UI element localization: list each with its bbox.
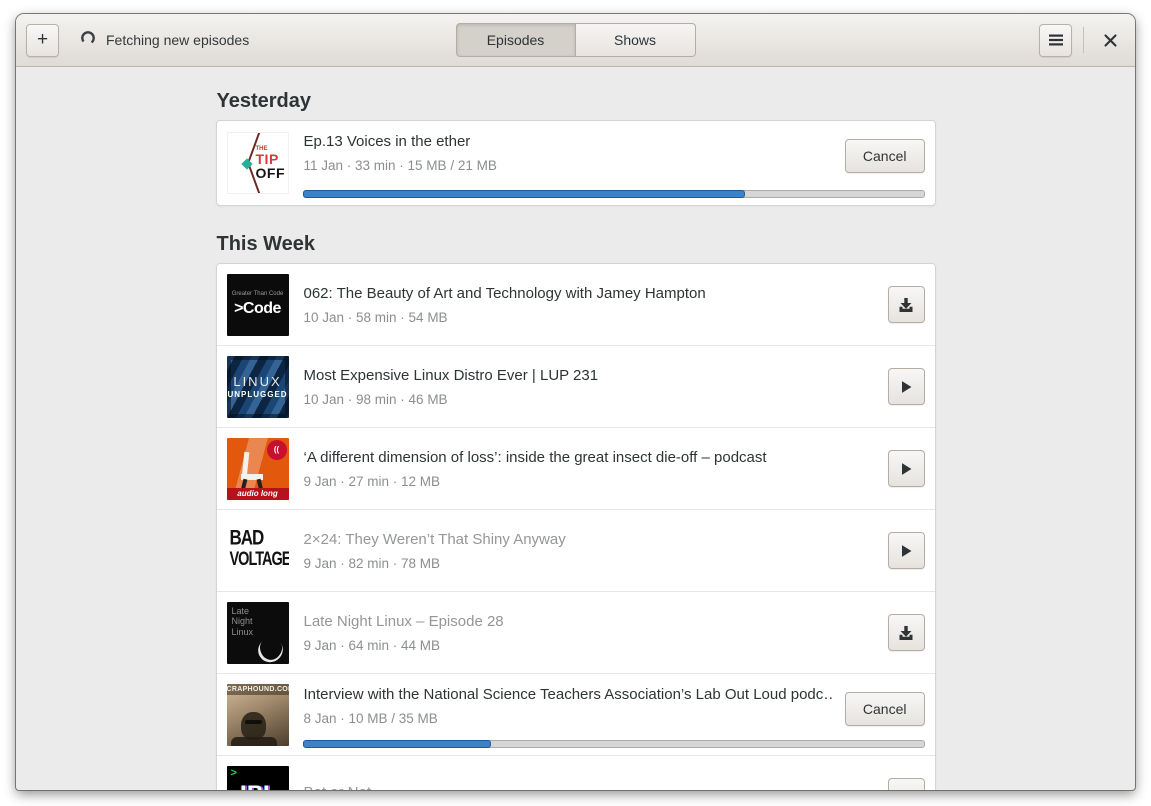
episode-row[interactable]: THE TIP OFF Ep.13 Voices in the ether 11 Jan… bbox=[217, 121, 935, 205]
download-button[interactable] bbox=[887, 778, 925, 790]
podcast-cover: >IRL bbox=[226, 765, 289, 790]
menu-button[interactable] bbox=[1039, 23, 1072, 57]
episode-title: Interview with the National Science Teac… bbox=[303, 686, 833, 703]
episode-meta: 9 Jan · 82 min · 78 MB bbox=[303, 555, 441, 571]
episode-meta: 10 Jan · 58 min · 54 MB bbox=[303, 309, 448, 325]
episode-list: Yesterday THE TIP OFF Ep.13 Voices in the et… bbox=[215, 67, 936, 790]
episode-action bbox=[887, 614, 925, 651]
podcast-cover: ((audio long reads bbox=[226, 437, 289, 500]
episode-info: ‘A different dimension of loss’: inside … bbox=[304, 449, 876, 489]
podcast-cover: LINUX UNPLUGGED bbox=[226, 355, 289, 418]
download-icon bbox=[899, 297, 913, 312]
episode-info: Most Expensive Linux Distro Ever | LUP 2… bbox=[304, 367, 876, 407]
episode-row[interactable]: >IRL Bot or Not bbox=[216, 755, 935, 790]
play-button[interactable] bbox=[887, 532, 925, 569]
add-podcast-button[interactable]: + bbox=[26, 23, 59, 57]
play-icon bbox=[902, 380, 912, 393]
episode-action: Cancel bbox=[844, 692, 925, 726]
episode-title: Bot or Not bbox=[304, 784, 876, 790]
episode-info: Interview with the National Science Teac… bbox=[304, 686, 833, 726]
episode-row[interactable]: BAD VOLTAGE 2×24: They Weren’t That Shiny … bbox=[216, 509, 935, 591]
tab-shows[interactable]: Shows bbox=[575, 23, 696, 57]
episode-card: THE TIP OFF Ep.13 Voices in the ether 11 Jan… bbox=[215, 120, 936, 206]
download-button[interactable] bbox=[887, 286, 925, 323]
episode-info: Ep.13 Voices in the ether 11 Jan · 33 min… bbox=[304, 133, 833, 173]
section: This Week Greater Than Code >Code 062: The … bbox=[215, 233, 936, 790]
episode-title: Ep.13 Voices in the ether bbox=[303, 133, 471, 150]
episode-title: ‘A different dimension of loss’: inside … bbox=[303, 448, 767, 466]
view-switcher: Episodes Shows bbox=[455, 23, 696, 57]
download-progressbar bbox=[302, 190, 925, 198]
play-icon bbox=[902, 462, 912, 475]
play-button[interactable] bbox=[887, 368, 925, 405]
episode-meta: 10 Jan · 98 min · 46 MB bbox=[303, 391, 448, 407]
cancel-button[interactable]: Cancel bbox=[844, 692, 925, 726]
content-area: Yesterday THE TIP OFF Ep.13 Voices in the et… bbox=[16, 67, 1135, 790]
episode-action bbox=[887, 532, 925, 569]
episode-info: Bot or Not bbox=[304, 784, 876, 790]
close-button[interactable] bbox=[1095, 25, 1125, 55]
podcast-cover: BAD VOLTAGE bbox=[226, 519, 289, 582]
episode-row[interactable]: Greater Than Code >Code 062: The Beauty of… bbox=[217, 264, 935, 345]
podcast-cover: Late Night Linux bbox=[226, 601, 289, 664]
episode-row[interactable]: Late Night Linux Late Night Linux – Episode… bbox=[216, 591, 935, 673]
episode-info: 062: The Beauty of Art and Technology wi… bbox=[304, 285, 876, 325]
section-title: This Week bbox=[216, 233, 316, 255]
plus-icon: + bbox=[36, 28, 49, 50]
download-icon bbox=[904, 789, 908, 790]
hamburger-icon bbox=[1048, 34, 1063, 46]
episode-action bbox=[887, 450, 925, 487]
podcast-cover: Greater Than Code >Code bbox=[226, 273, 289, 336]
play-button[interactable] bbox=[887, 450, 925, 487]
loading-spinner-icon bbox=[80, 30, 96, 51]
episode-title: Most Expensive Linux Distro Ever | LUP 2… bbox=[303, 366, 599, 384]
download-progress-fill bbox=[302, 740, 491, 748]
episode-row[interactable]: LINUX UNPLUGGED Most Expensive Linux Distr… bbox=[216, 345, 935, 427]
titlebar-separator bbox=[1083, 27, 1084, 53]
episode-action bbox=[887, 368, 925, 405]
episode-row[interactable]: CRAPHOUND.COM Interview with the National… bbox=[216, 673, 935, 755]
download-button[interactable] bbox=[887, 614, 925, 651]
app-window: + Fetching new episodes Episodes Shows Y… bbox=[16, 14, 1135, 790]
podcast-cover: THE TIP OFF bbox=[226, 132, 289, 194]
episode-meta: 9 Jan · 27 min · 12 MB bbox=[303, 473, 441, 489]
tab-episodes[interactable]: Episodes bbox=[455, 23, 576, 57]
cancel-button[interactable]: Cancel bbox=[844, 139, 925, 173]
play-icon bbox=[902, 544, 912, 557]
titlebar: + Fetching new episodes Episodes Shows bbox=[16, 14, 1135, 67]
episode-info: 2×24: They Weren’t That Shiny Anyway 9 Ja… bbox=[304, 531, 876, 571]
episode-meta: 9 Jan · 64 min · 44 MB bbox=[303, 637, 441, 653]
episode-action: Cancel bbox=[844, 139, 925, 173]
episode-meta: 8 Jan · 10 MB / 35 MB bbox=[303, 711, 438, 726]
download-progress-fill bbox=[302, 190, 745, 198]
episode-action bbox=[887, 286, 925, 323]
download-progressbar bbox=[302, 740, 925, 748]
section-title: Yesterday bbox=[216, 90, 312, 112]
episode-row[interactable]: ((audio long reads ‘A different dimension… bbox=[216, 427, 935, 509]
episode-action bbox=[887, 778, 925, 790]
episode-title: 2×24: They Weren’t That Shiny Anyway bbox=[303, 530, 566, 548]
download-icon bbox=[899, 625, 913, 640]
episode-card: Greater Than Code >Code 062: The Beauty of… bbox=[215, 263, 936, 790]
episode-info: Late Night Linux – Episode 28 9 Jan · 64 … bbox=[304, 613, 876, 653]
podcast-cover: CRAPHOUND.COM bbox=[226, 683, 289, 746]
status-text: Fetching new episodes bbox=[106, 32, 250, 48]
episode-title: Late Night Linux – Episode 28 bbox=[303, 612, 504, 630]
section: Yesterday THE TIP OFF Ep.13 Voices in the et… bbox=[215, 90, 936, 206]
episode-title: 062: The Beauty of Art and Technology wi… bbox=[303, 284, 706, 302]
close-icon bbox=[1103, 33, 1117, 47]
episode-meta: 11 Jan · 33 min · 15 MB / 21 MB bbox=[303, 158, 497, 173]
